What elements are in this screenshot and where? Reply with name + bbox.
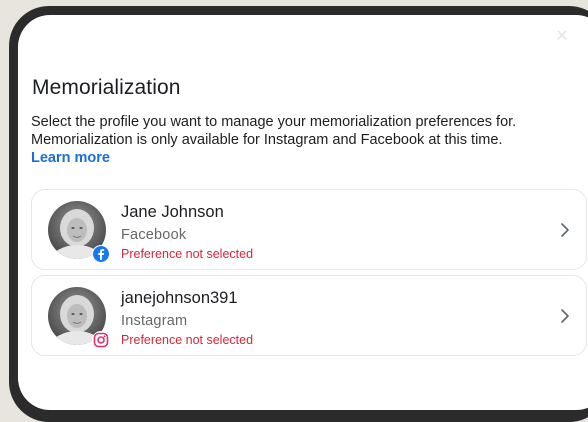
avatar-wrap (48, 201, 110, 263)
profile-card-facebook[interactable]: Jane Johnson Facebook Preference not sel… (31, 189, 587, 270)
description-line-1: Select the profile you want to manage yo… (31, 114, 517, 130)
chevron-right-icon (561, 223, 569, 237)
page-description: Select the profile you want to manage yo… (31, 113, 588, 167)
page-title: Memorialization (32, 76, 181, 99)
chevron-right-icon (561, 309, 569, 323)
profile-platform: Facebook (121, 227, 187, 243)
close-icon[interactable]: ✕ (552, 27, 572, 47)
preference-status: Preference not selected (121, 247, 254, 261)
learn-more-link[interactable]: Learn more (31, 149, 110, 167)
profile-card-instagram[interactable]: janejohnson391 Instagram Preference not … (31, 275, 587, 356)
instagram-icon (92, 331, 110, 349)
facebook-icon (92, 245, 110, 263)
avatar-wrap (48, 287, 110, 349)
profile-platform: Instagram (121, 313, 188, 329)
profile-name: Jane Johnson (121, 203, 224, 221)
screen: ✕ Memorialization Select the profile you… (18, 15, 588, 410)
preference-status: Preference not selected (121, 333, 254, 347)
profile-name: janejohnson391 (121, 289, 238, 307)
device-frame: ✕ Memorialization Select the profile you… (9, 6, 588, 422)
description-line-2: Memorialization is only available for In… (31, 132, 503, 148)
